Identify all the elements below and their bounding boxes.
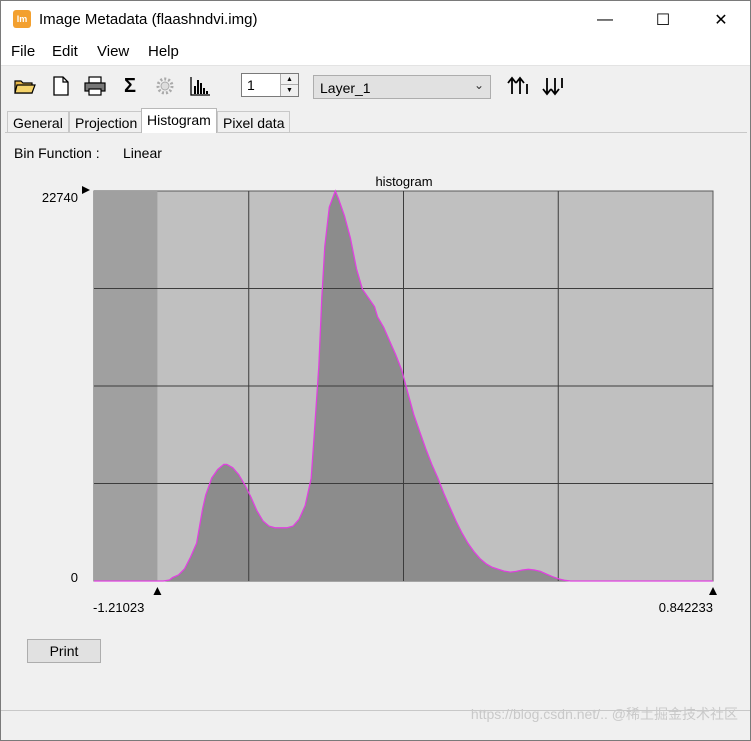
- sort-ascending-icon: [507, 76, 528, 94]
- app-icon: lm: [13, 10, 31, 28]
- chart-title: histogram: [375, 174, 432, 189]
- new-file-icon: [53, 76, 69, 96]
- menu-file[interactable]: File: [11, 43, 35, 60]
- spinner-arrows: ▲ ▼: [280, 74, 298, 96]
- print-icon: [84, 76, 106, 96]
- new-button[interactable]: [49, 74, 73, 98]
- sort-descending-button[interactable]: [542, 74, 566, 98]
- y-axis-max-label: 22740: [42, 190, 78, 205]
- tab-projection[interactable]: Projection: [69, 111, 144, 133]
- window-title: Image Metadata (flaashndvi.img): [39, 11, 258, 28]
- chevron-down-icon: ⌄: [473, 78, 484, 92]
- minimize-icon: —: [597, 11, 613, 28]
- menu-edit[interactable]: Edit: [52, 43, 78, 60]
- menu-help[interactable]: Help: [148, 43, 179, 60]
- histogram-panel: Bin Function : Linear histogram 22740 0 …: [5, 132, 747, 705]
- band-spinner-value[interactable]: 1: [247, 77, 255, 93]
- print-toolbar-button[interactable]: [83, 74, 107, 98]
- toolbar: Σ 1 ▲ ▼ Layer_1 ⌄: [1, 65, 750, 105]
- tab-pixel-data[interactable]: Pixel data: [217, 111, 291, 133]
- print-button[interactable]: Print: [27, 639, 101, 663]
- layer-select-value: Layer_1: [320, 80, 371, 96]
- sort-ascending-button[interactable]: [507, 74, 531, 98]
- range-marker-left[interactable]: [153, 587, 162, 595]
- y-axis-min-label: 0: [71, 570, 78, 585]
- triangle-up-icon: ▲: [286, 75, 293, 83]
- statistics-button[interactable]: Σ: [118, 74, 142, 98]
- spinner-up-button[interactable]: ▲: [281, 74, 298, 85]
- range-marker-right[interactable]: [709, 587, 717, 595]
- layer-select[interactable]: Layer_1 ⌄: [313, 75, 491, 99]
- image-metadata-window: lm Image Metadata (flaashndvi.img) — ☐ ✕…: [0, 0, 751, 741]
- settings-button[interactable]: [153, 74, 177, 98]
- band-spinner[interactable]: 1 ▲ ▼: [241, 73, 299, 97]
- menu-view[interactable]: View: [97, 43, 129, 60]
- menu-bar: File Edit View Help: [1, 39, 750, 65]
- x-axis-max-label: 0.842233: [659, 600, 713, 615]
- close-icon: ✕: [714, 12, 728, 29]
- triangle-down-icon: ▼: [286, 87, 293, 94]
- open-folder-icon: [14, 80, 36, 94]
- watermark: https://blog.csdn.net/.. @稀土掘金技术社区: [470, 706, 738, 722]
- maximize-icon: ☐: [655, 12, 671, 29]
- maximize-button[interactable]: ☐: [634, 1, 692, 39]
- histogram-icon: [190, 77, 210, 96]
- tab-histogram[interactable]: Histogram: [141, 108, 217, 133]
- sigma-icon: Σ: [123, 74, 136, 97]
- sort-descending-icon: [542, 78, 563, 96]
- spinner-down-button[interactable]: ▼: [281, 85, 298, 96]
- tab-strip: General Projection Histogram Pixel data: [7, 108, 747, 133]
- settings-gear-icon: [156, 77, 174, 95]
- minimize-button[interactable]: —: [576, 1, 634, 39]
- tab-general[interactable]: General: [7, 111, 69, 133]
- x-axis-min-label: -1.21023: [93, 600, 144, 615]
- histogram-chart: histogram 22740 0 -1.21023 0.842233: [42, 174, 717, 615]
- title-bar[interactable]: lm Image Metadata (flaashndvi.img) — ☐ ✕: [1, 1, 750, 39]
- y-max-marker[interactable]: [82, 186, 90, 194]
- close-button[interactable]: ✕: [692, 1, 750, 39]
- histogram-button[interactable]: [188, 74, 212, 98]
- open-button[interactable]: [13, 74, 37, 98]
